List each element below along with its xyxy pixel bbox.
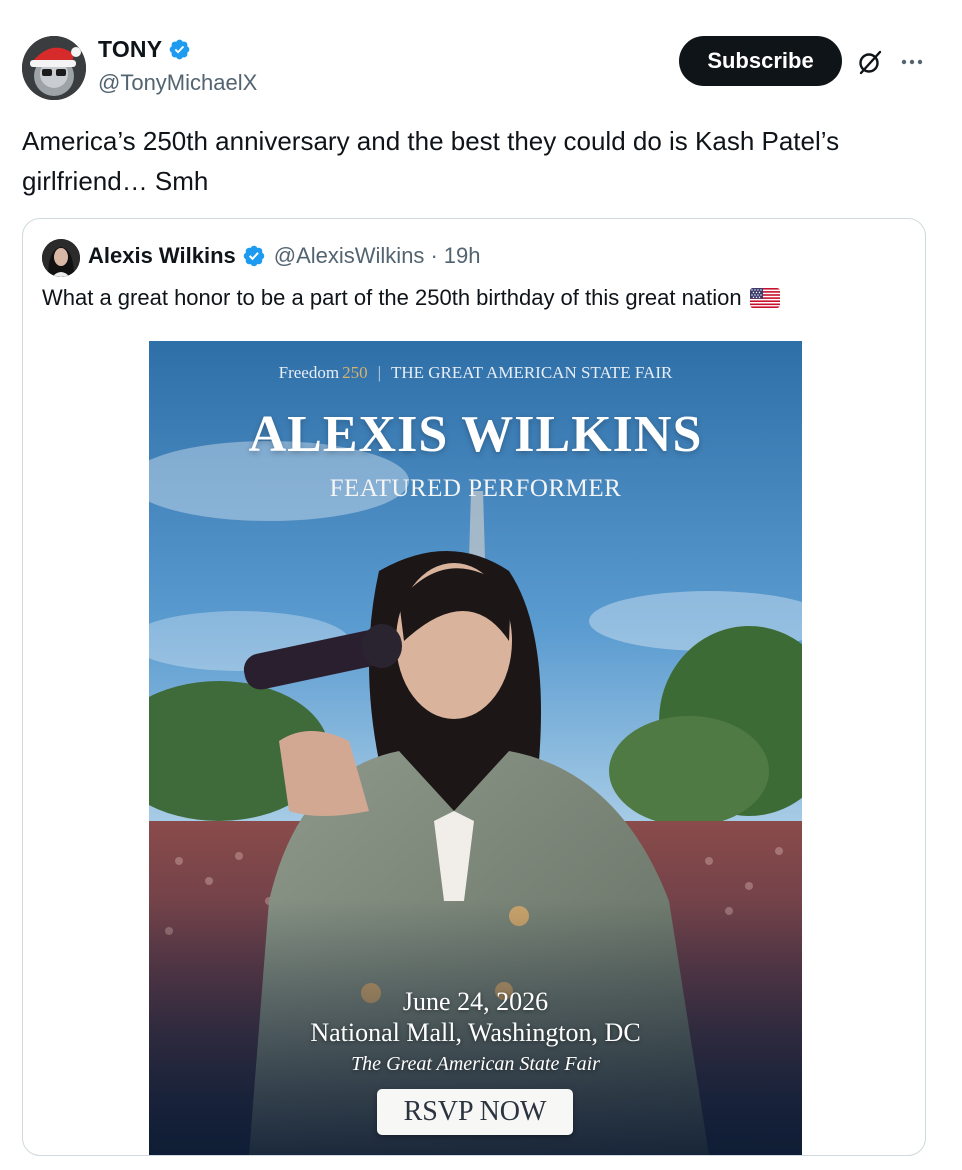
author-display-name[interactable]: TONY [98, 36, 162, 63]
grok-icon[interactable] [856, 48, 884, 76]
separator-dot: · [430, 243, 438, 268]
subscribe-button[interactable]: Subscribe [679, 36, 842, 86]
quoted-text: What a great honor to be a part of the 2… [42, 285, 742, 310]
poster-topline: Freedom 250 | THE GREAT AMERICAN STATE FAIR [149, 363, 802, 383]
poster-image[interactable]: Freedom 250 | THE GREAT AMERICAN STATE FAIR… [149, 341, 802, 1155]
avatar[interactable] [22, 36, 86, 100]
quoted-handle[interactable]: @AlexisWilkins [274, 243, 425, 269]
poster-brand: Freedom [278, 363, 340, 382]
us-flag-icon [749, 288, 780, 308]
poster-title: ALEXIS WILKINS [248, 406, 703, 463]
more-icon[interactable] [898, 48, 926, 76]
poster-date: June 24, 2026 [402, 987, 549, 1016]
quoted-tweet-card[interactable]: Alexis Wilkins @AlexisWilkins · 19h What… [22, 218, 926, 1156]
poster-brand-number: 250 [342, 363, 368, 382]
verified-badge-icon [243, 245, 264, 267]
poster-rsvp-button: RSVP NOW [377, 1089, 573, 1135]
tweet-text: America’s 250th anniversary and the best… [22, 126, 840, 196]
verified-badge-icon [169, 39, 190, 60]
quoted-timestamp[interactable]: 19h [444, 243, 481, 269]
quoted-text-row: What a great honor to be a part of the 2… [42, 285, 780, 311]
quoted-header: Alexis Wilkins @AlexisWilkins · 19h [88, 243, 480, 269]
quoted-display-name[interactable]: Alexis Wilkins [88, 243, 236, 269]
author-handle[interactable]: @TonyMichaelX [98, 70, 257, 96]
quoted-avatar[interactable] [42, 239, 80, 277]
poster-location: National Mall, Washington, DC [310, 1018, 641, 1047]
poster-separator: | [377, 363, 381, 382]
poster-event-tagline: The Great American State Fair [351, 1053, 600, 1075]
author-name-row: TONY [98, 36, 191, 63]
poster-subtitle: FEATURED PERFORMER [329, 475, 622, 502]
poster-event-name: THE GREAT AMERICAN STATE FAIR [390, 363, 673, 382]
